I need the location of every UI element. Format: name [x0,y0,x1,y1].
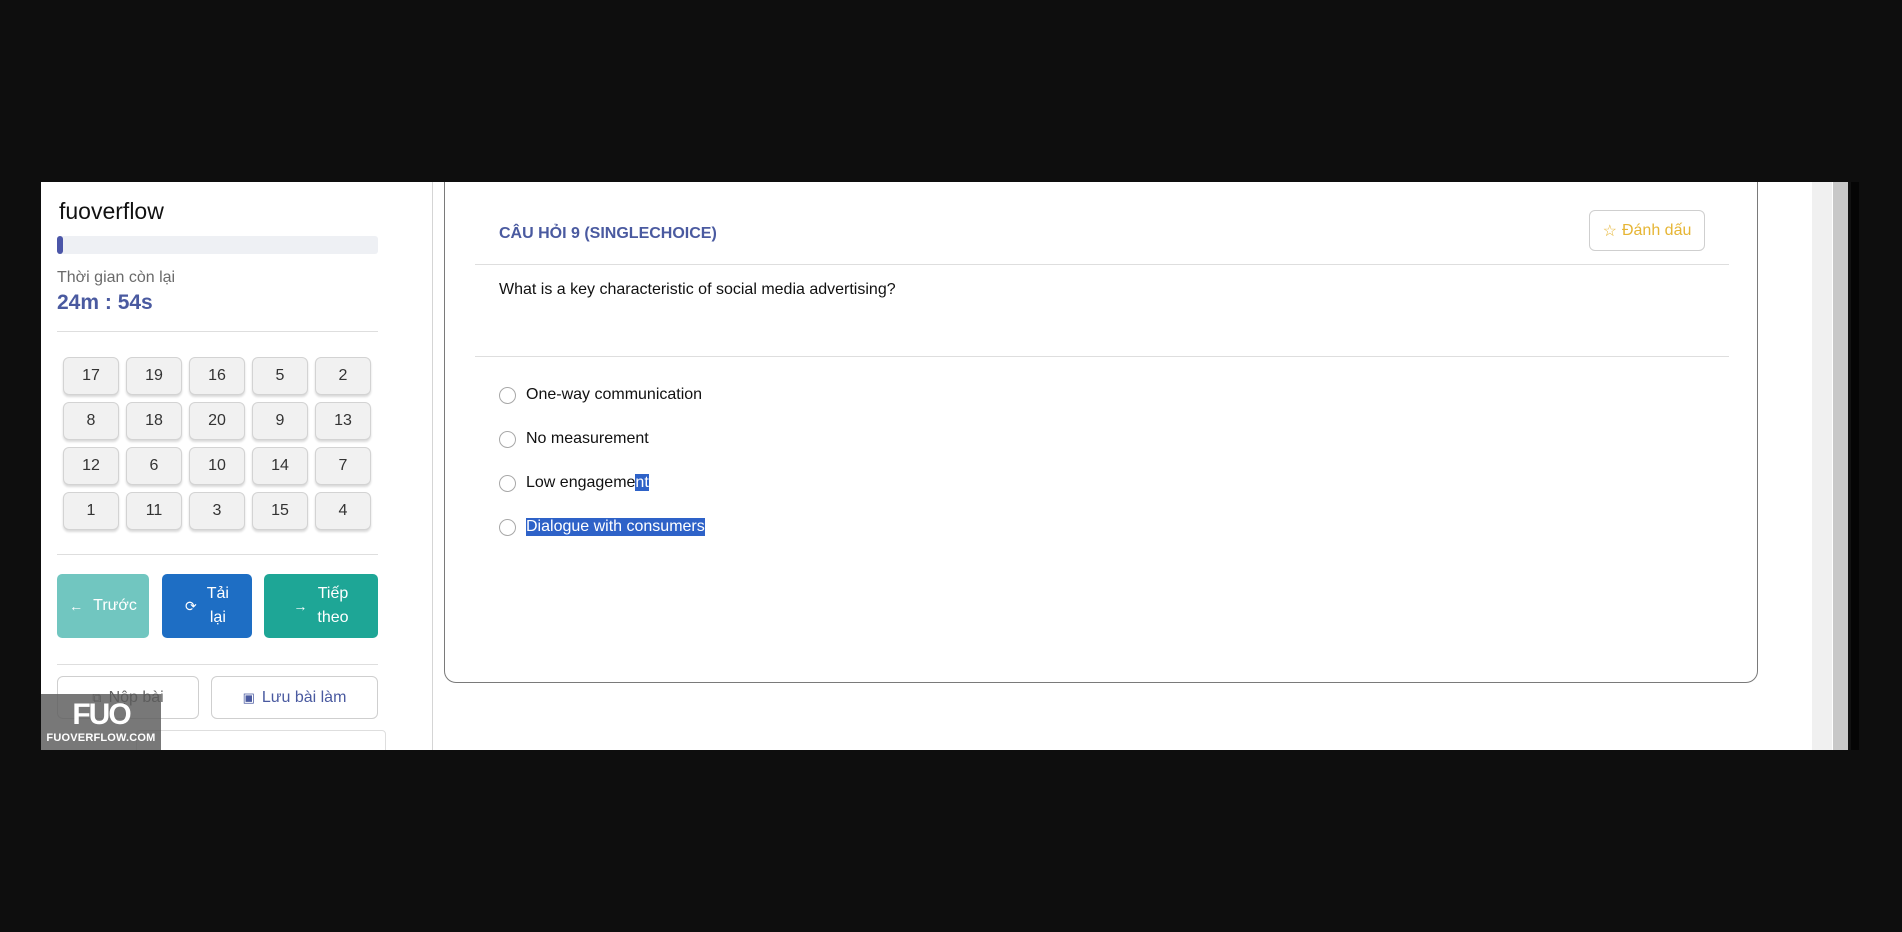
question-number-button[interactable]: 7 [315,447,371,485]
radio-button[interactable] [499,518,516,536]
reload-button[interactable]: ⟳ Tải lại [162,574,252,638]
progress-fill [57,236,64,254]
answer-option[interactable]: Dialogue with consumers [499,518,705,536]
question-number-button[interactable]: 8 [63,402,119,440]
bookmark-label: Đánh dấu [1621,221,1692,239]
answer-label: Dialogue with consumers [526,518,705,536]
answer-option[interactable]: No measurement [499,430,649,448]
question-title: CÂU HỎI 9 (SINGLECHOICE) [499,225,717,242]
logo-mark: FUO [72,698,131,731]
next-label-line1: Tiếp [317,585,349,602]
reload-label-line2: lại [209,609,226,626]
reload-button-label: Tải lại [207,582,229,630]
sidebar-panel [136,730,386,750]
save-button-label: Lưu bài làm [261,688,347,706]
question-number-button[interactable]: 11 [126,492,182,530]
next-button-label: Tiếp theo [317,582,348,630]
next-label-line2: theo [317,609,349,626]
save-icon: ▣ [242,689,255,705]
star-icon: ☆ [1602,222,1617,240]
question-text: What is a key characteristic of social m… [499,281,896,298]
question-number-button[interactable]: 19 [126,357,182,395]
brand-title: fuoverflow [59,198,164,224]
answer-label: No measurement [526,430,649,447]
previous-button[interactable]: ← Trước [57,574,149,638]
divider [475,356,1729,357]
radio-button[interactable] [499,474,516,492]
watermark-logo: FUO FUOVERFLOW.COM [41,694,161,750]
question-number-button[interactable]: 6 [126,447,182,485]
answer-option[interactable]: One-way communication [499,386,702,404]
question-card: CÂU HỎI 9 (SINGLECHOICE) ☆ Đánh dấu What… [444,182,1758,683]
radio-button[interactable] [499,386,516,404]
question-number-button[interactable]: 17 [63,357,119,395]
divider [57,554,378,555]
question-number-button[interactable]: 12 [63,447,119,485]
quiz-app: fuoverflow Thời gian còn lại 24m : 54s 1… [41,182,1851,750]
answer-option[interactable]: Low engagement [499,474,649,492]
divider [57,664,378,665]
question-number-button[interactable]: 4 [315,492,371,530]
window-edge [1851,182,1859,750]
next-button[interactable]: → Tiếp theo [264,574,378,638]
question-number-button[interactable]: 13 [315,402,371,440]
question-number-button[interactable]: 20 [189,402,245,440]
question-number-button[interactable]: 9 [252,402,308,440]
text-selection: nt [635,474,649,491]
question-number-button[interactable]: 10 [189,447,245,485]
question-number-button[interactable]: 5 [252,357,308,395]
radio-button[interactable] [499,430,516,448]
scrollbar-thumb[interactable] [1833,182,1848,750]
question-number-button[interactable]: 1 [63,492,119,530]
question-number-button[interactable]: 16 [189,357,245,395]
refresh-icon: ⟳ [185,598,197,614]
save-progress-button[interactable]: ▣ Lưu bài làm [211,676,378,719]
answer-label: Low engagement [526,474,649,492]
time-remaining-value: 24m : 54s [57,291,153,314]
time-remaining-label: Thời gian còn lại [57,269,176,286]
logo-text: FUOVERFLOW.COM [46,732,156,744]
sidebar: fuoverflow Thời gian còn lại 24m : 54s 1… [41,182,433,750]
scrollbar-track[interactable] [1812,182,1832,750]
bookmark-button[interactable]: ☆ Đánh dấu [1589,210,1705,251]
question-number-button[interactable]: 3 [189,492,245,530]
divider [475,264,1729,265]
previous-button-label: Trước [93,597,137,614]
question-number-button[interactable]: 2 [315,357,371,395]
question-number-button[interactable]: 18 [126,402,182,440]
question-number-grid: 17 19 16 5 2 8 18 20 9 13 12 6 10 14 7 1… [63,357,371,530]
reload-label-line1: Tải [206,585,229,602]
arrow-left-icon: ← [69,598,84,614]
arrow-right-icon: → [293,598,308,614]
answer-label: One-way communication [526,386,703,403]
question-number-button[interactable]: 15 [252,492,308,530]
divider [57,331,378,332]
answer-label-text: Low engageme [526,474,636,491]
progress-bar [57,236,378,254]
question-number-button[interactable]: 14 [252,447,308,485]
